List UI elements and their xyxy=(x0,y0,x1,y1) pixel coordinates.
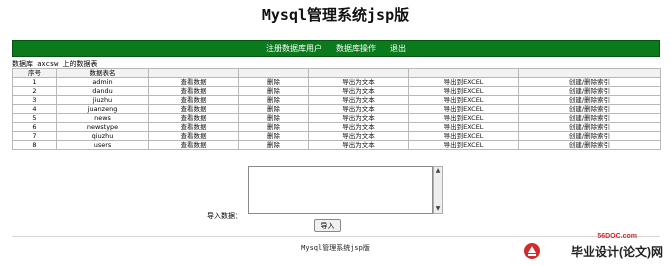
row-index: 2 xyxy=(12,86,57,96)
import-data-textarea[interactable] xyxy=(248,166,433,214)
row-index: 8 xyxy=(12,140,57,150)
table-row: 2 dandu 查看数据 删除 导出为文本 导出到EXCEL 创建/删除索引 xyxy=(12,86,661,96)
row-index: 1 xyxy=(12,77,57,87)
table-row: 6 newstype 查看数据 删除 导出为文本 导出到EXCEL 创建/删除索引 xyxy=(12,122,661,132)
export-excel-link[interactable]: 导出到EXCEL xyxy=(408,86,519,96)
delete-link[interactable]: 删除 xyxy=(238,113,309,123)
delete-link[interactable]: 删除 xyxy=(238,77,309,87)
export-text-link[interactable]: 导出为文本 xyxy=(308,122,409,132)
view-data-link[interactable]: 查看数据 xyxy=(148,122,239,132)
manage-index-link[interactable]: 创建/删除索引 xyxy=(518,104,661,114)
manage-index-link[interactable]: 创建/删除索引 xyxy=(518,140,661,150)
table-row: 4 juanzeng 查看数据 删除 导出为文本 导出到EXCEL 创建/删除索引 xyxy=(12,104,661,114)
table-name: jiuzhu xyxy=(56,95,149,105)
delete-link[interactable]: 删除 xyxy=(238,95,309,105)
export-text-link[interactable]: 导出为文本 xyxy=(308,104,409,114)
table-name: users xyxy=(56,140,149,150)
column-header-index-manage xyxy=(518,68,661,78)
manage-index-link[interactable]: 创建/删除索引 xyxy=(518,95,661,105)
delete-link[interactable]: 删除 xyxy=(238,131,309,141)
delete-link[interactable]: 删除 xyxy=(238,104,309,114)
view-data-link[interactable]: 查看数据 xyxy=(148,113,239,123)
table-row: 3 jiuzhu 查看数据 删除 导出为文本 导出到EXCEL 创建/删除索引 xyxy=(12,95,661,105)
row-index: 5 xyxy=(12,113,57,123)
table-name: juanzeng xyxy=(56,104,149,114)
column-header-view xyxy=(148,68,239,78)
import-textarea-scrollbar[interactable]: ▲ ▼ xyxy=(433,166,443,214)
scroll-down-arrow-icon[interactable]: ▼ xyxy=(434,205,442,213)
brand-name: 毕业设计(论文)网 xyxy=(571,245,663,259)
view-data-link[interactable]: 查看数据 xyxy=(148,77,239,87)
nav-db-operations-link[interactable]: 数据库操作 xyxy=(336,43,376,54)
export-text-link[interactable]: 导出为文本 xyxy=(308,86,409,96)
tables-list: 序号 数据表名 1 admin 查看数据 删除 导出为文本 导出到EXCEL 创建/删除索引… xyxy=(12,68,661,150)
table-name: admin xyxy=(56,77,149,87)
table-row: 8 users 查看数据 删除 导出为文本 导出到EXCEL 创建/删除索引 xyxy=(12,140,661,150)
table-header-row: 序号 数据表名 xyxy=(12,68,661,78)
column-header-export-text xyxy=(308,68,409,78)
view-data-link[interactable]: 查看数据 xyxy=(148,95,239,105)
export-excel-link[interactable]: 导出到EXCEL xyxy=(408,131,519,141)
export-excel-link[interactable]: 导出到EXCEL xyxy=(408,95,519,105)
export-excel-link[interactable]: 导出到EXCEL xyxy=(408,104,519,114)
manage-index-link[interactable]: 创建/删除索引 xyxy=(518,77,661,87)
import-button[interactable]: 导入 xyxy=(314,219,341,232)
export-excel-link[interactable]: 导出到EXCEL xyxy=(408,122,519,132)
view-data-link[interactable]: 查看数据 xyxy=(148,140,239,150)
import-data-label: 导入数据： xyxy=(207,212,242,220)
manage-index-link[interactable]: 创建/删除索引 xyxy=(518,86,661,96)
table-name: qiuzhu xyxy=(56,131,149,141)
site-brand-watermark: 56DOC.com 毕业设计(论文)网 xyxy=(517,233,667,261)
table-name: news xyxy=(56,113,149,123)
table-row: 5 news 查看数据 删除 导出为文本 导出到EXCEL 创建/删除索引 xyxy=(12,113,661,123)
page-title: Mysql管理系统jsp版 xyxy=(261,6,410,24)
manage-index-link[interactable]: 创建/删除索引 xyxy=(518,113,661,123)
brand-domain: 56DOC.com xyxy=(597,233,637,240)
nav-logout-link[interactable]: 退出 xyxy=(390,43,406,54)
row-index: 3 xyxy=(12,95,57,105)
manage-index-link[interactable]: 创建/删除索引 xyxy=(518,122,661,132)
view-data-link[interactable]: 查看数据 xyxy=(148,131,239,141)
delete-link[interactable]: 删除 xyxy=(238,140,309,150)
row-index: 7 xyxy=(12,131,57,141)
table-name: dandu xyxy=(56,86,149,96)
export-text-link[interactable]: 导出为文本 xyxy=(308,140,409,150)
export-excel-link[interactable]: 导出到EXCEL xyxy=(408,77,519,87)
row-index: 4 xyxy=(12,104,57,114)
view-data-link[interactable]: 查看数据 xyxy=(148,104,239,114)
export-excel-link[interactable]: 导出到EXCEL xyxy=(408,140,519,150)
column-header-export-excel xyxy=(408,68,519,78)
scroll-up-arrow-icon[interactable]: ▲ xyxy=(434,167,442,175)
brand-logo-icon xyxy=(524,243,540,259)
view-data-link[interactable]: 查看数据 xyxy=(148,86,239,96)
row-index: 6 xyxy=(12,122,57,132)
column-header-delete xyxy=(238,68,309,78)
export-excel-link[interactable]: 导出到EXCEL xyxy=(408,113,519,123)
export-text-link[interactable]: 导出为文本 xyxy=(308,113,409,123)
export-text-link[interactable]: 导出为文本 xyxy=(308,95,409,105)
column-header-table-name: 数据表名 xyxy=(56,68,149,78)
column-header-index: 序号 xyxy=(12,68,57,78)
delete-link[interactable]: 删除 xyxy=(238,86,309,96)
manage-index-link[interactable]: 创建/删除索引 xyxy=(518,131,661,141)
table-name: newstype xyxy=(56,122,149,132)
delete-link[interactable]: 删除 xyxy=(238,122,309,132)
export-text-link[interactable]: 导出为文本 xyxy=(308,77,409,87)
table-row: 1 admin 查看数据 删除 导出为文本 导出到EXCEL 创建/删除索引 xyxy=(12,77,661,87)
top-nav-bar: 注册数据库用户 数据库操作 退出 xyxy=(12,40,660,57)
nav-register-db-user-link[interactable]: 注册数据库用户 xyxy=(266,43,322,54)
table-row: 7 qiuzhu 查看数据 删除 导出为文本 导出到EXCEL 创建/删除索引 xyxy=(12,131,661,141)
export-text-link[interactable]: 导出为文本 xyxy=(308,131,409,141)
